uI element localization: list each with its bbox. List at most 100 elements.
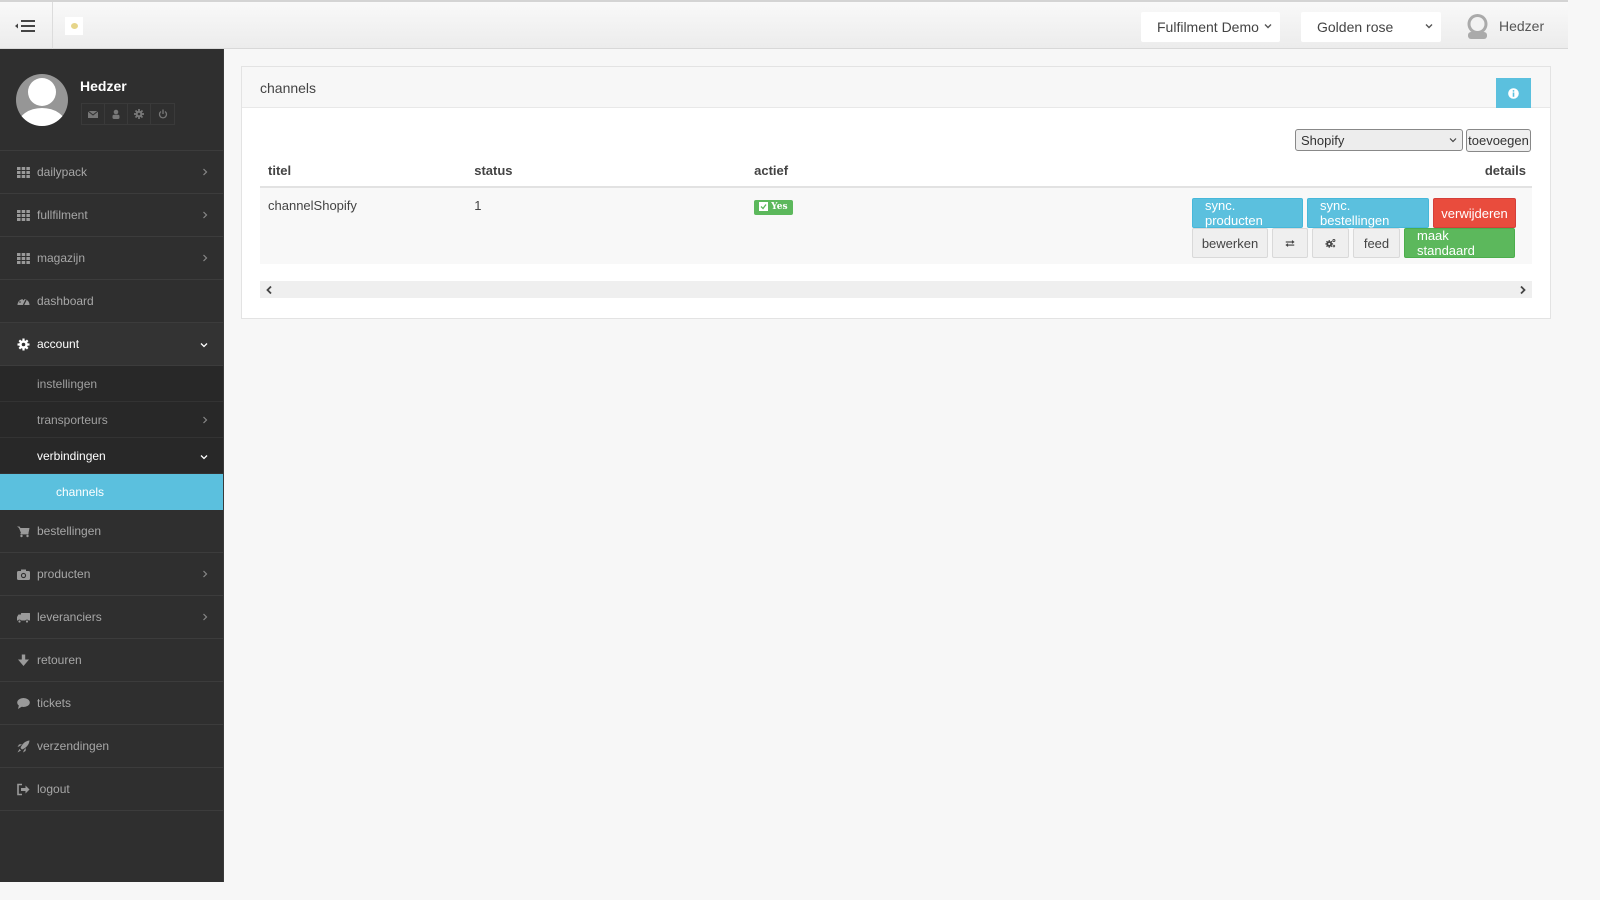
envelope-icon — [88, 110, 98, 118]
profile-button[interactable] — [105, 104, 128, 124]
feed-button[interactable]: feed — [1353, 228, 1400, 258]
organisation-select[interactable]: Fulfilment Demo — [1141, 12, 1280, 42]
chevron-right-icon — [203, 416, 208, 424]
chevron-down-icon — [200, 455, 208, 460]
info-icon — [1508, 87, 1519, 99]
sidebar-item-label: tickets — [37, 696, 72, 710]
chevron-right-icon — [203, 570, 208, 578]
scroll-left-icon[interactable] — [265, 285, 273, 295]
organisation-select-value: Fulfilment Demo — [1157, 19, 1259, 35]
sidebar-item-tickets[interactable]: tickets — [0, 682, 223, 725]
chevron-right-icon — [203, 211, 208, 219]
sidebar-subitem-transporteurs[interactable]: transporteurs — [0, 402, 223, 438]
sidebar-item-account[interactable]: account — [0, 323, 223, 366]
sidebar-item-magazijn[interactable]: magazijn — [0, 237, 223, 280]
sidebar-item-verzendingen[interactable]: verzendingen — [0, 725, 223, 768]
sign-out-icon — [16, 782, 30, 796]
sidebar-item-dashboard[interactable]: dashboard — [0, 280, 223, 323]
channels-panel: channels Shopify toevoegen titel status … — [241, 66, 1551, 319]
chevron-down-icon — [1425, 24, 1433, 29]
rocket-icon — [16, 739, 30, 753]
sidebar-item-dailypack[interactable]: dailypack — [0, 151, 223, 194]
arrow-down-icon — [16, 653, 30, 667]
user-icon — [112, 109, 120, 119]
sidebar-item-label: leveranciers — [37, 610, 102, 624]
table-header-row: titel status actief details — [260, 155, 1532, 188]
edit-button[interactable]: bewerken — [1192, 228, 1268, 258]
sidebar-subitem-channels[interactable]: channels — [0, 474, 223, 510]
settings-button[interactable] — [128, 104, 151, 124]
sidebar: Hedzer dailypack fullfilment magazijn da… — [0, 49, 224, 882]
table-row: channelShopify 1 Yes sync. producten syn… — [260, 187, 1532, 264]
grid-icon — [16, 165, 30, 179]
info-button[interactable] — [1496, 78, 1531, 108]
store-select[interactable]: Golden rose — [1301, 12, 1441, 42]
profile-actions — [81, 103, 175, 125]
channel-type-select-value: Shopify — [1301, 132, 1345, 148]
dashboard-icon — [16, 294, 30, 308]
sidebar-item-producten[interactable]: producten — [0, 553, 223, 596]
power-icon — [158, 109, 167, 119]
horizontal-scrollbar[interactable] — [260, 281, 1532, 298]
chevron-right-icon — [203, 254, 208, 262]
sidebar-toggle-button[interactable] — [0, 2, 53, 49]
user-avatar-icon — [1467, 14, 1488, 39]
app-logo[interactable] — [65, 17, 83, 35]
channel-type-select[interactable]: Shopify — [1295, 129, 1463, 151]
delete-button[interactable]: verwijderen — [1433, 198, 1516, 228]
user-menu[interactable]: Hedzer — [1465, 13, 1544, 39]
profile-section: Hedzer — [0, 49, 223, 151]
cell-status: 1 — [466, 187, 747, 264]
truck-icon — [16, 610, 30, 624]
power-button[interactable] — [151, 104, 174, 124]
sidebar-item-bestellingen[interactable]: bestellingen — [0, 510, 223, 553]
sidebar-subitem-label: transporteurs — [37, 412, 108, 427]
cart-icon — [16, 524, 30, 538]
gears-icon — [1325, 238, 1336, 248]
menu-collapse-icon — [15, 19, 35, 32]
active-badge-label: Yes — [771, 201, 788, 212]
sidebar-subitem-instellingen[interactable]: instellingen — [0, 366, 223, 402]
comment-icon — [16, 696, 30, 710]
top-bar: Fulfilment Demo Golden rose Hedzer — [0, 0, 1568, 49]
column-header-details: details — [937, 155, 1532, 188]
mapping-button[interactable] — [1272, 228, 1308, 258]
sidebar-item-label: bestellingen — [37, 524, 102, 538]
add-channel-button[interactable]: toevoegen — [1466, 129, 1531, 152]
gear-icon — [134, 109, 144, 119]
camera-icon — [16, 567, 30, 581]
cell-titel: channelShopify — [260, 187, 467, 264]
chevron-right-icon — [203, 613, 208, 621]
sidebar-subitem-label: instellingen — [37, 376, 98, 391]
sidebar-item-fullfilment[interactable]: fullfilment — [0, 194, 223, 237]
check-square-icon — [759, 202, 769, 211]
chevron-down-icon — [1449, 138, 1457, 143]
messages-button[interactable] — [82, 104, 105, 124]
add-channel-row: Shopify toevoegen — [1295, 129, 1531, 152]
scroll-right-icon[interactable] — [1519, 285, 1527, 295]
user-name: Hedzer — [1499, 18, 1545, 34]
chevron-right-icon — [203, 168, 208, 176]
sync-products-button[interactable]: sync. producten — [1192, 198, 1303, 228]
sidebar-item-label: producten — [37, 567, 91, 581]
sync-orders-button[interactable]: sync. bestellingen — [1307, 198, 1429, 228]
sidebar-subitem-label: channels — [56, 485, 105, 499]
settings-button[interactable] — [1312, 228, 1349, 258]
sidebar-item-retouren[interactable]: retouren — [0, 639, 223, 682]
avatar — [16, 74, 68, 126]
sidebar-item-leveranciers[interactable]: leveranciers — [0, 596, 223, 639]
channels-table: titel status actief details channelShopi… — [260, 155, 1532, 264]
column-header-titel[interactable]: titel — [260, 155, 467, 188]
row-actions: sync. producten sync. bestellingen verwi… — [1192, 198, 1532, 258]
cell-details: sync. producten sync. bestellingen verwi… — [937, 187, 1532, 264]
sidebar-item-label: dashboard — [37, 294, 94, 308]
cell-actief: Yes — [746, 187, 937, 264]
sidebar-item-label: retouren — [37, 653, 82, 667]
sidebar-subitem-verbindingen[interactable]: verbindingen — [0, 438, 223, 474]
sidebar-item-logout[interactable]: logout — [0, 768, 223, 811]
chevron-down-icon — [200, 343, 208, 348]
grid-icon — [16, 208, 30, 222]
make-default-button[interactable]: maak standaard — [1404, 228, 1515, 258]
column-header-actief[interactable]: actief — [746, 155, 937, 188]
column-header-status[interactable]: status — [466, 155, 747, 188]
